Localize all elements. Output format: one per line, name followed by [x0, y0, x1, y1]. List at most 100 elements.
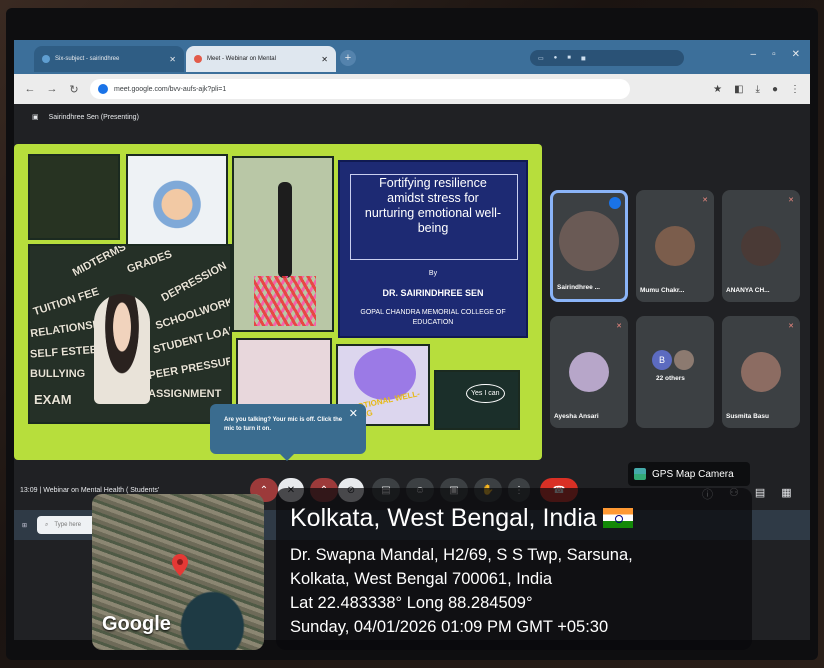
- person-silhouette: [278, 182, 292, 278]
- reload-icon[interactable]: ↻: [68, 83, 80, 96]
- close-icon[interactable]: ✕: [349, 409, 358, 420]
- participant-name: Ayesha Ansari: [554, 413, 599, 420]
- extensions-icon[interactable]: ◧: [734, 84, 743, 95]
- avatar: [674, 350, 694, 370]
- window-controls: – ▫ ✕: [751, 49, 801, 60]
- gps-minimap: Google: [92, 494, 264, 650]
- board-word: TUITION FEE: [31, 285, 101, 319]
- mic-off-icon: ✕: [616, 323, 622, 330]
- gps-info-panel: Kolkata, West Bengal, India Dr. Swapna M…: [276, 488, 752, 650]
- camera-icon[interactable]: ■: [567, 55, 571, 61]
- mic-off-icon: ✕: [702, 197, 708, 204]
- participant-tile[interactable]: ✕ Susmita Basu: [722, 316, 800, 428]
- slide-title: Fortifying resilience amidst stress for …: [364, 176, 502, 235]
- participant-video: [559, 211, 619, 271]
- slide-image-chalkboard: MIDTERMS GRADES DEPRESSION TUITION FEE S…: [28, 244, 232, 424]
- participant-name: 22 others: [656, 375, 685, 382]
- address-bar: ← → ↻ meet.google.com/bvv-aufs-ajk?pli=1…: [14, 74, 810, 104]
- close-tab-icon[interactable]: ✕: [321, 55, 328, 64]
- participant-tile[interactable]: ✕ Ayesha Ansari: [550, 316, 628, 428]
- participant-name: Susmita Basu: [726, 413, 769, 420]
- browser-toolbar-icons: ★ ◧ ⤓ ● ⋮: [713, 84, 800, 95]
- slide-by: By: [428, 270, 438, 277]
- participant-tile-others[interactable]: B 22 others: [636, 316, 714, 428]
- avatar-initial: B: [652, 350, 672, 370]
- gps-camera-icon: [634, 468, 646, 480]
- activities-icon[interactable]: ▦: [781, 486, 791, 502]
- close-tab-icon[interactable]: ✕: [169, 55, 176, 64]
- mic-off-tooltip: Are you talking? Your mic is off. Click …: [210, 404, 366, 461]
- board-word: MIDTERMS: [70, 244, 129, 280]
- slide-author: DR. SAIRINDHREE SEN: [382, 288, 484, 298]
- presenter-bar: ▣ Sairindhree Sen (Presenting): [14, 104, 810, 130]
- share-icon: ▭: [538, 55, 544, 62]
- gps-city-text: Kolkata, West Bengal, India: [290, 504, 597, 532]
- stressed-girl-illustration: [94, 294, 150, 404]
- forward-icon[interactable]: →: [46, 83, 58, 95]
- tab-label: Meet - Webinar on Mental: [207, 56, 276, 62]
- gps-app-name: GPS Map Camera: [652, 468, 734, 480]
- board-word: ASSIGNMENT: [148, 388, 222, 400]
- tab-sixsubject[interactable]: Six-subject - sairindhree ✕: [34, 46, 184, 72]
- download-icon[interactable]: ⤓: [756, 84, 760, 95]
- roots-illustration: [254, 276, 316, 326]
- mic-off-icon: ✕: [788, 197, 794, 204]
- tooltip-text: Are you talking? Your mic is off. Click …: [224, 417, 343, 432]
- new-tab-button[interactable]: +: [340, 50, 356, 66]
- minimize-icon[interactable]: –: [751, 49, 757, 60]
- site-info-icon[interactable]: [98, 84, 108, 94]
- screen-share-indicator: ▭ ● ■ ◼: [530, 50, 684, 66]
- mic-icon[interactable]: ●: [554, 55, 558, 61]
- tab-meet[interactable]: Meet - Webinar on Mental ✕: [186, 46, 336, 72]
- participant-tile[interactable]: ✕ Mumu Chakr...: [636, 190, 714, 302]
- slide-image-yes-i-can: Yes I can: [434, 370, 520, 430]
- avatar: [741, 226, 781, 266]
- gps-app-label: GPS Map Camera: [628, 462, 750, 486]
- slide-title-panel: Fortifying resilience amidst stress for …: [338, 160, 528, 338]
- avatar: [655, 226, 695, 266]
- search-icon: ⌕: [45, 521, 49, 528]
- gps-address-line2: Kolkata, West Bengal 700061, India: [290, 570, 553, 588]
- chevron-up-icon: ⌃: [259, 484, 269, 496]
- board-word: DEPRESSION: [159, 259, 229, 305]
- mic-off-icon: ✕: [788, 323, 794, 330]
- board-word: GRADES: [125, 248, 174, 276]
- board-word: PEER PRESSURE: [147, 353, 232, 383]
- url-input[interactable]: meet.google.com/bvv-aufs-ajk?pli=1: [90, 79, 630, 99]
- slide-image-tree-person: [232, 156, 334, 332]
- slide-image-dark: [28, 154, 120, 240]
- participant-name: Sairindhree ...: [557, 284, 600, 291]
- back-icon[interactable]: ←: [24, 83, 36, 95]
- gps-datetime: Sunday, 04/01/2026 01:09 PM GMT +05:30: [290, 618, 609, 636]
- profile-icon[interactable]: ●: [772, 84, 778, 95]
- participant-name: ANANYA CH...: [726, 287, 770, 294]
- maximize-icon[interactable]: ▫: [772, 49, 776, 60]
- url-text: meet.google.com/bvv-aufs-ajk?pli=1: [114, 85, 227, 93]
- meeting-info: 13:09 | Webinar on Mental Health ( Stude…: [20, 486, 160, 494]
- menu-kebab-icon[interactable]: ⋮: [790, 84, 800, 95]
- tab-favicon-icon: [42, 55, 50, 63]
- slide-org: GOPAL CHANDRA MEMORIAL COLLEGE OF EDUCAT…: [360, 309, 506, 326]
- slide-image-stressed-child: [126, 154, 228, 246]
- tab-label: Six-subject - sairindhree: [55, 56, 120, 62]
- presenter-label: Sairindhree Sen (Presenting): [48, 113, 139, 121]
- windows-start-icon[interactable]: ⊞: [22, 522, 27, 529]
- presentation-icon: ▣: [32, 114, 39, 121]
- meet-favicon-icon: [194, 55, 202, 63]
- gps-coordinates: Lat 22.483338° Long 88.284509°: [290, 594, 533, 612]
- chat-icon[interactable]: ▤: [755, 486, 765, 502]
- avatar: [741, 352, 781, 392]
- close-window-icon[interactable]: ✕: [792, 49, 800, 60]
- stop-icon[interactable]: ◼: [581, 55, 586, 62]
- india-flag-icon: [602, 508, 633, 528]
- participant-tile[interactable]: Sairindhree ...: [550, 190, 628, 302]
- board-word: BULLYING: [30, 368, 86, 380]
- gps-address-line1: Dr. Swapna Mandal, H2/69, S S Twp, Sarsu…: [290, 546, 633, 564]
- avatar: [569, 352, 609, 392]
- browser-tab-bar: Six-subject - sairindhree ✕ Meet - Webin…: [14, 40, 810, 74]
- google-logo: Google: [102, 613, 171, 635]
- bookmark-star-icon[interactable]: ★: [713, 84, 722, 95]
- participant-tile[interactable]: ✕ ANANYA CH...: [722, 190, 800, 302]
- speaking-indicator-icon: [609, 197, 621, 209]
- map-pin-icon: [172, 554, 188, 576]
